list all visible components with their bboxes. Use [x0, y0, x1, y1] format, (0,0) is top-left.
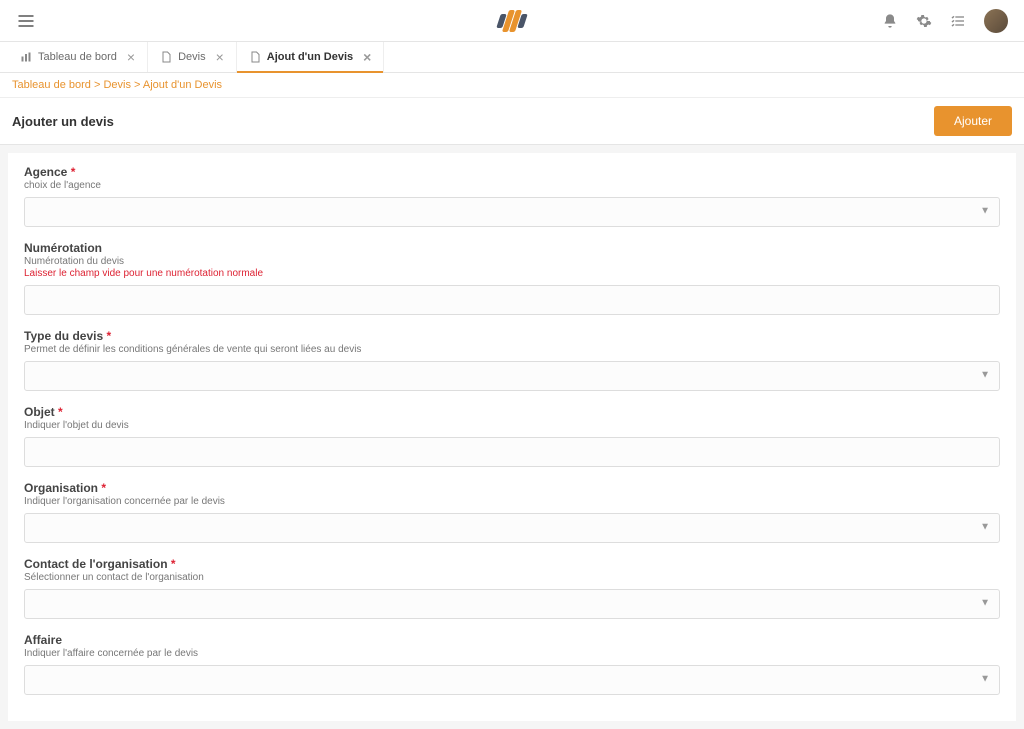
- field-hint: choix de l'agence: [24, 180, 1000, 191]
- field-label-text: Numérotation: [24, 241, 102, 255]
- field-contact: Contact de l'organisation * Sélectionner…: [24, 557, 1000, 619]
- objet-input[interactable]: [24, 437, 1000, 467]
- field-label-text: Contact de l'organisation: [24, 557, 168, 571]
- page-title: Ajouter un devis: [12, 114, 114, 129]
- field-warn: Laisser le champ vide pour une numérotat…: [24, 268, 1000, 279]
- field-hint: Indiquer l'affaire concernée par le devi…: [24, 648, 1000, 659]
- list-check-icon[interactable]: [950, 13, 966, 29]
- file-icon: [249, 51, 261, 63]
- field-hint: Permet de définir les conditions général…: [24, 344, 1000, 355]
- breadcrumb-item[interactable]: Tableau de bord: [12, 79, 91, 91]
- required-mark: *: [171, 557, 176, 571]
- breadcrumb-item[interactable]: Devis: [103, 79, 131, 91]
- field-hint: Indiquer l'organisation concernée par le…: [24, 496, 1000, 507]
- bell-icon[interactable]: [882, 13, 898, 29]
- field-label-text: Type du devis: [24, 329, 103, 343]
- agence-select[interactable]: [24, 197, 1000, 227]
- form-body: Agence * choix de l'agence ▼ Numérotatio…: [8, 153, 1016, 721]
- required-mark: *: [71, 165, 76, 179]
- close-icon[interactable]: ×: [216, 50, 224, 64]
- gear-icon[interactable]: [916, 13, 932, 29]
- tab-label: Tableau de bord: [38, 51, 117, 63]
- type-select[interactable]: [24, 361, 1000, 391]
- dashboard-icon: [20, 51, 32, 63]
- tab-devis[interactable]: Devis ×: [148, 42, 237, 72]
- menu-icon[interactable]: [16, 11, 36, 31]
- avatar[interactable]: [984, 9, 1008, 33]
- file-icon: [160, 51, 172, 63]
- field-type: Type du devis * Permet de définir les co…: [24, 329, 1000, 391]
- numerotation-input[interactable]: [24, 285, 1000, 315]
- contact-select[interactable]: [24, 589, 1000, 619]
- field-label-text: Affaire: [24, 633, 62, 647]
- tab-ajout-devis[interactable]: Ajout d'un Devis ×: [237, 42, 385, 72]
- organisation-select[interactable]: [24, 513, 1000, 543]
- field-hint: Numérotation du devis: [24, 256, 1000, 267]
- close-icon[interactable]: ×: [127, 50, 135, 64]
- tab-dashboard[interactable]: Tableau de bord ×: [8, 42, 148, 72]
- required-mark: *: [106, 329, 111, 343]
- field-label-text: Agence: [24, 165, 67, 179]
- required-mark: *: [58, 405, 63, 419]
- tabs-bar: Tableau de bord × Devis × Ajout d'un Dev…: [0, 42, 1024, 73]
- form-wrapper: Agence * choix de l'agence ▼ Numérotatio…: [0, 145, 1024, 729]
- field-numerotation: Numérotation Numérotation du devis Laiss…: [24, 241, 1000, 315]
- topbar: [0, 0, 1024, 42]
- field-label-text: Objet: [24, 405, 55, 419]
- field-affaire: Affaire Indiquer l'affaire concernée par…: [24, 633, 1000, 695]
- required-mark: *: [101, 481, 106, 495]
- field-label-text: Organisation: [24, 481, 98, 495]
- field-hint: Indiquer l'objet du devis: [24, 420, 1000, 431]
- affaire-select[interactable]: [24, 665, 1000, 695]
- breadcrumb-item[interactable]: Ajout d'un Devis: [143, 79, 222, 91]
- field-objet: Objet * Indiquer l'objet du devis: [24, 405, 1000, 467]
- field-hint: Sélectionner un contact de l'organisatio…: [24, 572, 1000, 583]
- field-organisation: Organisation * Indiquer l'organisation c…: [24, 481, 1000, 543]
- topbar-right: [882, 9, 1008, 33]
- page-header: Ajouter un devis Ajouter: [0, 98, 1024, 145]
- add-button[interactable]: Ajouter: [934, 106, 1012, 136]
- logo[interactable]: [499, 10, 526, 32]
- field-agence: Agence * choix de l'agence ▼: [24, 165, 1000, 227]
- tab-label: Ajout d'un Devis: [267, 51, 353, 63]
- topbar-left: [16, 11, 36, 31]
- breadcrumb: Tableau de bord > Devis > Ajout d'un Dev…: [0, 73, 1024, 98]
- close-icon[interactable]: ×: [363, 50, 371, 64]
- tab-label: Devis: [178, 51, 206, 63]
